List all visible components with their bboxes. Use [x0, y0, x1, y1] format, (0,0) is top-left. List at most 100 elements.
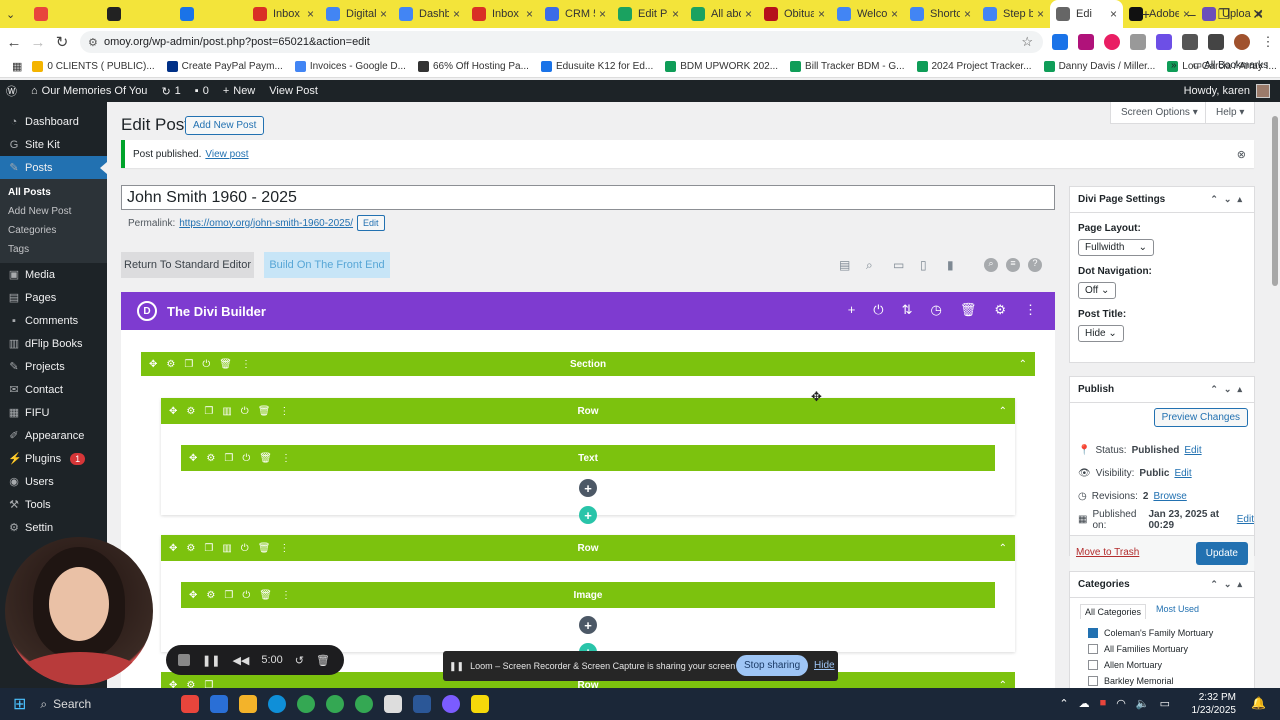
chevron-up-icon[interactable]: ⌃ — [1019, 359, 1027, 370]
duplicate-icon[interactable]: ❐ — [224, 590, 233, 601]
power-icon[interactable]: ⏻ — [242, 590, 250, 601]
chevron-up-icon[interactable]: ⌃ — [1059, 697, 1068, 710]
sidebar-item-projects[interactable]: ✎ Projects — [0, 355, 107, 378]
power-icon[interactable]: ⏻ — [873, 302, 883, 318]
site-info-icon[interactable]: ⚙ — [88, 36, 98, 49]
box-controls[interactable]: ⌃⌄▴ — [1210, 384, 1248, 395]
sidebar-item-users[interactable]: ◉ Users — [0, 470, 107, 493]
sort-icon[interactable]: ⇅ — [902, 302, 913, 318]
bookmark-item[interactable]: Create PayPal Paym... — [166, 61, 283, 72]
gear-icon[interactable]: ⚙ — [186, 680, 195, 689]
page-scrollbar[interactable] — [1270, 102, 1280, 688]
my-account[interactable]: Howdy, karen — [1184, 84, 1270, 98]
sidebar-item-plugins[interactable]: ⚡ Plugins 1 — [0, 447, 107, 470]
close-tab-icon[interactable]: × — [380, 7, 387, 21]
app-tray-icon[interactable]: ■ — [1100, 697, 1107, 710]
trash-icon[interactable]: 🗑 — [258, 543, 271, 554]
duplicate-icon[interactable]: ❐ — [224, 453, 233, 464]
power-icon[interactable]: ⏻ — [241, 406, 249, 417]
site-name-link[interactable]: ⌂ Our Memories Of You — [31, 85, 147, 97]
category-checkbox-item[interactable]: All Families Mortuary — [1070, 641, 1254, 657]
trash-icon[interactable]: 🗑 — [259, 590, 272, 601]
update-button[interactable]: Update — [1195, 542, 1248, 565]
address-bar[interactable]: ⚙ omoy.org/wp-admin/post.php?post=65021&… — [80, 31, 1043, 53]
all-bookmarks-button[interactable]: ▭ All Bookmarks — [1193, 60, 1269, 71]
chevron-up-icon[interactable]: ⌃ — [999, 406, 1007, 417]
add-icon[interactable]: + — [848, 302, 856, 318]
return-standard-editor-button[interactable]: Return To Standard Editor — [121, 252, 254, 278]
add-module-button[interactable]: + — [579, 616, 597, 634]
puzzle-icon[interactable] — [1182, 34, 1198, 50]
hide-button[interactable]: Hide — [814, 660, 835, 671]
phone-icon[interactable]: ▮ — [947, 258, 954, 272]
browser-tab[interactable]: Inbox (× — [466, 0, 539, 28]
help-button[interactable]: Help ▾ — [1205, 102, 1256, 124]
sidebar-item-dflip-books[interactable]: ▥ dFlip Books — [0, 332, 107, 355]
close-tab-icon[interactable]: × — [599, 7, 606, 21]
duplicate-icon[interactable]: ❐ — [184, 359, 193, 370]
app-icon[interactable] — [413, 695, 432, 713]
browser-tab[interactable]: Adobe × — [1123, 0, 1196, 28]
help-icon[interactable]: ? — [1028, 258, 1042, 272]
more-icon[interactable]: ⋮ — [241, 359, 251, 370]
new-tab-button[interactable]: + — [1142, 6, 1150, 22]
chevron-up-icon[interactable]: ⌃ — [999, 543, 1007, 554]
trash-icon[interactable]: 🗑 — [219, 359, 232, 370]
pause-icon[interactable]: ❚❚ — [202, 654, 220, 667]
box-controls[interactable]: ⌃⌄▴ — [1210, 579, 1248, 590]
tab-all-categories[interactable]: All Categories — [1080, 604, 1147, 619]
preview-changes-button[interactable]: Preview Changes — [1153, 408, 1248, 427]
bookmark-item[interactable]: Edusuite K12 for Ed... — [540, 61, 653, 72]
search-icon[interactable]: ⌕ — [984, 258, 998, 272]
trash-icon[interactable]: 🗑 — [316, 654, 330, 667]
profile-avatar[interactable] — [1234, 34, 1250, 50]
sidebar-item-contact[interactable]: ✉ Contact — [0, 378, 107, 401]
wordpress-icon[interactable]: Ⓦ — [6, 83, 17, 99]
view-post-link[interactable]: View Post — [269, 85, 318, 97]
history-icon[interactable]: ◷ — [930, 302, 941, 318]
sidebar-item-dashboard[interactable]: ◔ Dashboard — [0, 110, 107, 133]
browser-tab[interactable]: Inbox × — [247, 0, 320, 28]
checkbox[interactable] — [1088, 660, 1098, 670]
close-tab-icon[interactable]: × — [672, 7, 679, 21]
close-tab-icon[interactable]: × — [745, 7, 752, 21]
sticky-notes-icon[interactable] — [471, 695, 490, 713]
copilot-icon[interactable] — [210, 695, 229, 713]
tab-most-used[interactable]: Most Used — [1156, 604, 1199, 619]
page-layout-select[interactable]: Fullwidth ⌄ — [1078, 239, 1154, 256]
extension-icon[interactable] — [1156, 34, 1172, 50]
extension-icon[interactable] — [1104, 34, 1120, 50]
screen-options-button[interactable]: Screen Options ▾ — [1110, 102, 1209, 124]
more-icon[interactable]: ⋮ — [1024, 302, 1037, 318]
browser-tab[interactable]: Step by × — [977, 0, 1050, 28]
bookmark-item[interactable]: Bill Tracker BDM - G... — [790, 61, 905, 72]
close-tab-icon[interactable]: × — [453, 7, 460, 21]
move-icon[interactable]: ✥ — [189, 590, 197, 601]
row-bar[interactable]: ✥ ⚙ ❐ ▥ ⏻ 🗑 ⋮ Row ⌃ — [161, 535, 1015, 561]
row-bar[interactable]: ✥ ⚙ ❐ ▥ ⏻ 🗑 ⋮ Row ⌃ — [161, 398, 1015, 424]
browser-tab[interactable] — [174, 0, 247, 28]
gear-icon[interactable]: ⚙ — [206, 453, 215, 464]
move-icon[interactable]: ✥ — [189, 453, 197, 464]
chevron-up-icon[interactable]: ⌃ — [999, 680, 1007, 689]
power-icon[interactable]: ⏻ — [241, 543, 249, 554]
stop-icon[interactable] — [178, 654, 190, 666]
more-icon[interactable]: ⋮ — [281, 590, 291, 601]
move-icon[interactable]: ✥ — [169, 406, 177, 417]
duplicate-icon[interactable]: ❐ — [204, 406, 213, 417]
chevron-right-icon[interactable]: » — [1171, 60, 1177, 71]
tab-search-dropdown[interactable]: ⌄ — [0, 0, 28, 28]
browser-tab[interactable]: Edit Pa × — [612, 0, 685, 28]
browse-revisions-link[interactable]: Browse — [1153, 491, 1186, 502]
columns-icon[interactable]: ▥ — [222, 406, 231, 417]
submenu-item[interactable]: Tags — [0, 240, 107, 259]
minimize-icon[interactable]: – — [1188, 6, 1196, 22]
close-tab-icon[interactable]: × — [964, 7, 971, 21]
close-tab-icon[interactable]: × — [891, 7, 898, 21]
bookmark-item[interactable]: Invoices - Google D... — [294, 61, 406, 72]
messenger-icon[interactable] — [442, 695, 461, 713]
browser-tab[interactable]: Shortc × — [904, 0, 977, 28]
module-bar[interactable]: ✥ ⚙ ❐ ⏻ 🗑 ⋮ Text — [181, 445, 995, 471]
bookmark-item[interactable]: Danny Davis / Miller... — [1043, 61, 1155, 72]
dot-navigation-select[interactable]: Off ⌄ — [1078, 282, 1117, 299]
